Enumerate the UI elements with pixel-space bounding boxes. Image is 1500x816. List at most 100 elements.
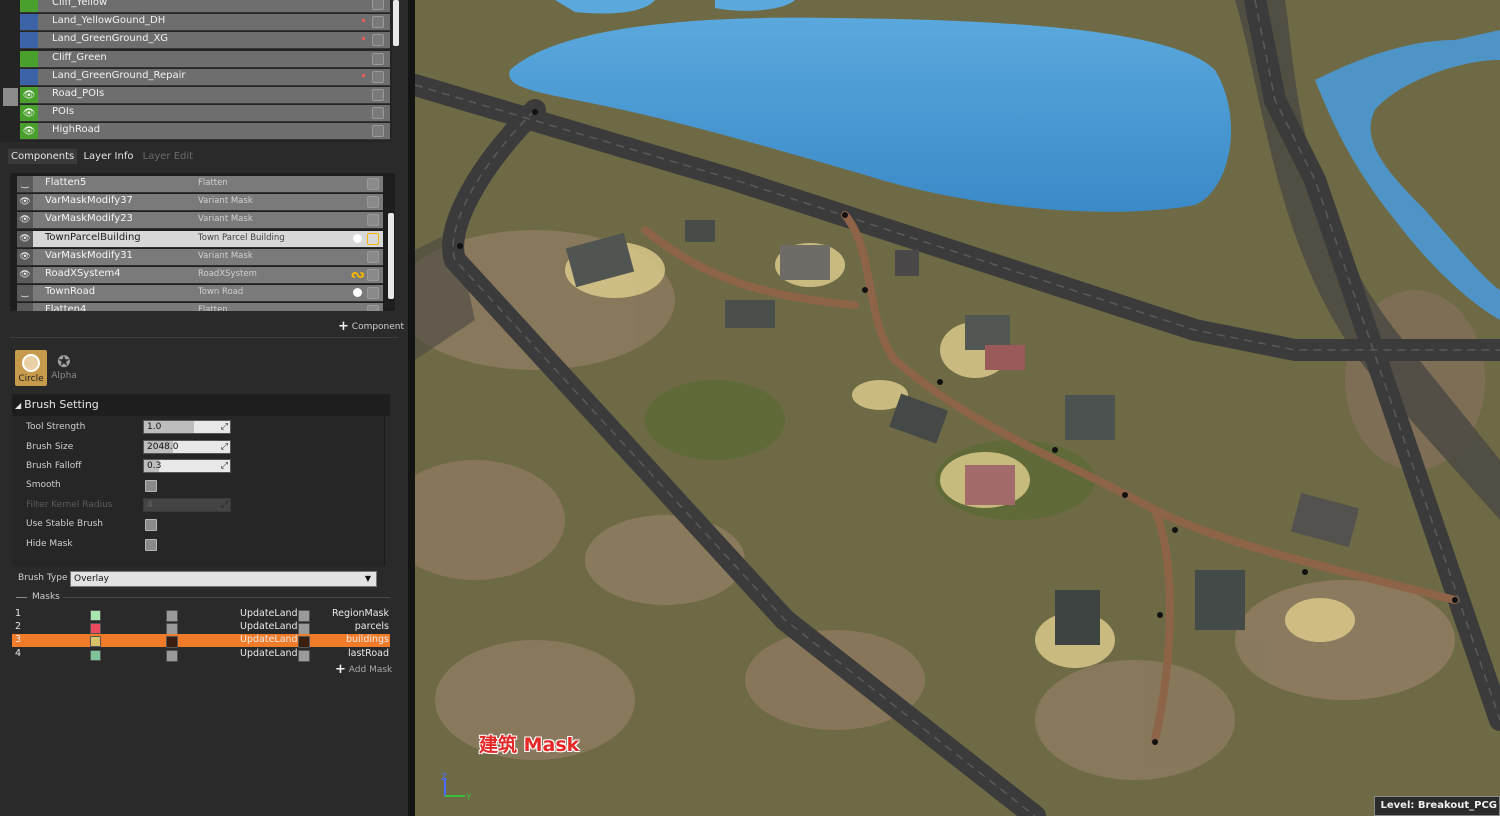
layer-color-swatch[interactable] bbox=[20, 32, 38, 49]
component-toggle-checkbox[interactable] bbox=[367, 214, 379, 227]
tool-strength-input[interactable]: 1.0 ⤢ bbox=[143, 420, 231, 434]
use-stable-brush-checkbox[interactable] bbox=[145, 519, 157, 531]
layer-lock-checkbox[interactable] bbox=[372, 125, 384, 138]
eye-icon[interactable]: 👁 bbox=[17, 194, 33, 211]
component-row[interactable]: ‿ Flatten5 Flatten bbox=[17, 176, 383, 193]
axis-icon: Z Y bbox=[441, 773, 472, 803]
visibility-eye-icon[interactable]: 👁 bbox=[20, 87, 38, 103]
panel-splitter[interactable] bbox=[408, 0, 415, 816]
layer-row[interactable]: Cliff_Green bbox=[20, 50, 390, 68]
filter-kernel-radius-input[interactable]: 4 ⤢ bbox=[143, 498, 231, 512]
visibility-eye-icon[interactable]: 👁 bbox=[20, 123, 38, 140]
layer-lock-checkbox[interactable] bbox=[372, 0, 384, 10]
brush-shape-circle-label: Circle bbox=[18, 374, 44, 384]
mask-secondary-swatch[interactable] bbox=[166, 649, 178, 662]
layer-row[interactable]: Land_GreenGround_Repair bbox=[20, 68, 390, 86]
component-toggle-checkbox[interactable] bbox=[367, 178, 379, 190]
level-viewport[interactable]: 建筑 Mask Z Y Level: Breakout_PCG bbox=[415, 0, 1500, 816]
mask-row[interactable]: 1 UpdateLand: RegionMask bbox=[12, 608, 390, 622]
layer-color-swatch[interactable] bbox=[20, 50, 38, 67]
component-row[interactable]: 👁 VarMaskModify23 Variant Mask bbox=[17, 212, 383, 230]
mask-secondary-swatch[interactable] bbox=[166, 623, 178, 636]
update-land-checkbox[interactable] bbox=[298, 636, 310, 649]
mask-name: lastRoad bbox=[348, 647, 389, 659]
component-row[interactable]: ‿ Flatten4 Flatten bbox=[17, 303, 383, 311]
mask-color-swatch[interactable] bbox=[90, 649, 101, 661]
collapse-arrow-icon: ◢ bbox=[15, 401, 22, 410]
mask-row[interactable]: 4 UpdateLand: lastRoad bbox=[12, 647, 390, 662]
add-mask-button[interactable]: + Add Mask bbox=[335, 662, 392, 677]
component-type: Variant Mask bbox=[198, 214, 253, 225]
component-row[interactable]: 👁 RoadXSystem4 RoadXSystem ᔓ bbox=[17, 267, 383, 284]
component-list-scrollbar[interactable] bbox=[388, 213, 394, 299]
mask-secondary-swatch[interactable] bbox=[166, 636, 178, 649]
layer-lock-checkbox[interactable] bbox=[372, 34, 384, 47]
layer-row[interactable]: Land_YellowGound_DH bbox=[20, 14, 390, 32]
tab-layer-info[interactable]: Layer Info bbox=[80, 149, 136, 164]
mask-row[interactable]: 2 UpdateLand: parcels bbox=[12, 621, 390, 636]
layer-lock-checkbox[interactable] bbox=[372, 16, 384, 29]
layer-lock-checkbox[interactable] bbox=[372, 89, 384, 101]
layer-row[interactable]: Cliff_Yellow bbox=[20, 0, 390, 13]
component-type: Flatten bbox=[198, 305, 228, 311]
update-land-checkbox[interactable] bbox=[298, 649, 310, 662]
brush-shape-alpha-button[interactable]: ✪ Alpha bbox=[50, 352, 78, 381]
component-row[interactable]: 👁 VarMaskModify31 Variant Mask bbox=[17, 248, 383, 266]
layer-row[interactable]: 👁 POIs bbox=[20, 105, 390, 123]
mask-color-swatch[interactable] bbox=[90, 636, 101, 648]
layer-row[interactable]: Land_GreenGround_XG bbox=[20, 32, 390, 50]
star-brush-icon: ✪ bbox=[57, 352, 71, 371]
brush-type-select[interactable]: Overlay ▼ bbox=[70, 571, 377, 587]
brush-setting-header[interactable]: ◢ Brush Setting bbox=[12, 394, 390, 416]
layer-name: HighRoad bbox=[52, 124, 101, 136]
layer-row[interactable]: 👁 HighRoad bbox=[20, 123, 390, 141]
add-component-button[interactable]: + Component bbox=[338, 319, 404, 334]
mask-secondary-swatch[interactable] bbox=[166, 610, 178, 622]
hidden-eye-icon[interactable]: ‿ bbox=[17, 176, 33, 192]
layer-color-swatch[interactable] bbox=[20, 14, 38, 31]
component-toggle-checkbox[interactable] bbox=[367, 196, 379, 209]
visibility-eye-icon[interactable]: 👁 bbox=[20, 105, 38, 122]
tab-layer-edit[interactable]: Layer Edit bbox=[140, 149, 196, 164]
drag-arrows-icon: ⤢ bbox=[220, 461, 228, 471]
hidden-eye-icon[interactable]: ‿ bbox=[17, 285, 33, 302]
layer-color-swatch[interactable] bbox=[20, 68, 38, 85]
layer-lock-checkbox[interactable] bbox=[372, 107, 384, 120]
update-land-checkbox[interactable] bbox=[298, 610, 310, 622]
update-land-label: UpdateLand: bbox=[240, 647, 301, 659]
tool-strength-value: 1.0 bbox=[147, 422, 162, 432]
component-row[interactable]: 👁 TownParcelBuilding Town Parcel Building bbox=[17, 230, 383, 248]
layer-color-swatch[interactable] bbox=[20, 0, 38, 12]
smooth-checkbox[interactable] bbox=[145, 480, 157, 492]
layer-lock-checkbox[interactable] bbox=[372, 70, 384, 83]
component-row[interactable]: ‿ TownRoad Town Road bbox=[17, 285, 383, 303]
eye-icon[interactable]: 👁 bbox=[17, 267, 33, 283]
layer-lock-checkbox[interactable] bbox=[372, 52, 384, 65]
component-toggle-checkbox[interactable] bbox=[367, 232, 379, 245]
component-row[interactable]: 👁 VarMaskModify37 Variant Mask bbox=[17, 194, 383, 212]
component-toggle-checkbox[interactable] bbox=[367, 269, 379, 281]
brush-size-input[interactable]: 2048.0 ⤢ bbox=[143, 440, 231, 454]
eye-icon[interactable]: 👁 bbox=[17, 248, 33, 265]
layer-row[interactable]: 👁 Road_POIs bbox=[20, 87, 390, 104]
eye-icon[interactable]: 👁 bbox=[17, 230, 33, 247]
component-name: TownParcelBuilding bbox=[45, 231, 141, 243]
eye-icon[interactable]: 👁 bbox=[17, 212, 33, 229]
component-toggle-checkbox[interactable] bbox=[367, 287, 379, 300]
filter-kernel-radius-label: Filter Kernel Radius bbox=[26, 500, 113, 510]
mask-color-swatch[interactable] bbox=[90, 610, 101, 621]
add-mask-label: Add Mask bbox=[348, 665, 393, 675]
brush-shape-circle-button[interactable]: Circle bbox=[15, 350, 47, 386]
hide-mask-checkbox[interactable] bbox=[145, 539, 157, 551]
mask-color-swatch[interactable] bbox=[90, 623, 101, 635]
component-toggle-checkbox[interactable] bbox=[367, 250, 379, 263]
update-land-checkbox[interactable] bbox=[298, 623, 310, 636]
panel-tabs: Components Layer Info Layer Edit bbox=[8, 149, 196, 167]
hidden-eye-icon[interactable]: ‿ bbox=[17, 303, 33, 311]
brush-falloff-input[interactable]: 0.3 ⤢ bbox=[143, 459, 231, 473]
mask-row[interactable]: 3 UpdateLand: buildings bbox=[12, 634, 390, 649]
component-toggle-checkbox[interactable] bbox=[367, 305, 379, 311]
tab-components[interactable]: Components bbox=[8, 149, 78, 164]
masks-title: Masks bbox=[32, 592, 60, 602]
layer-list-scrollbar[interactable] bbox=[393, 0, 399, 46]
